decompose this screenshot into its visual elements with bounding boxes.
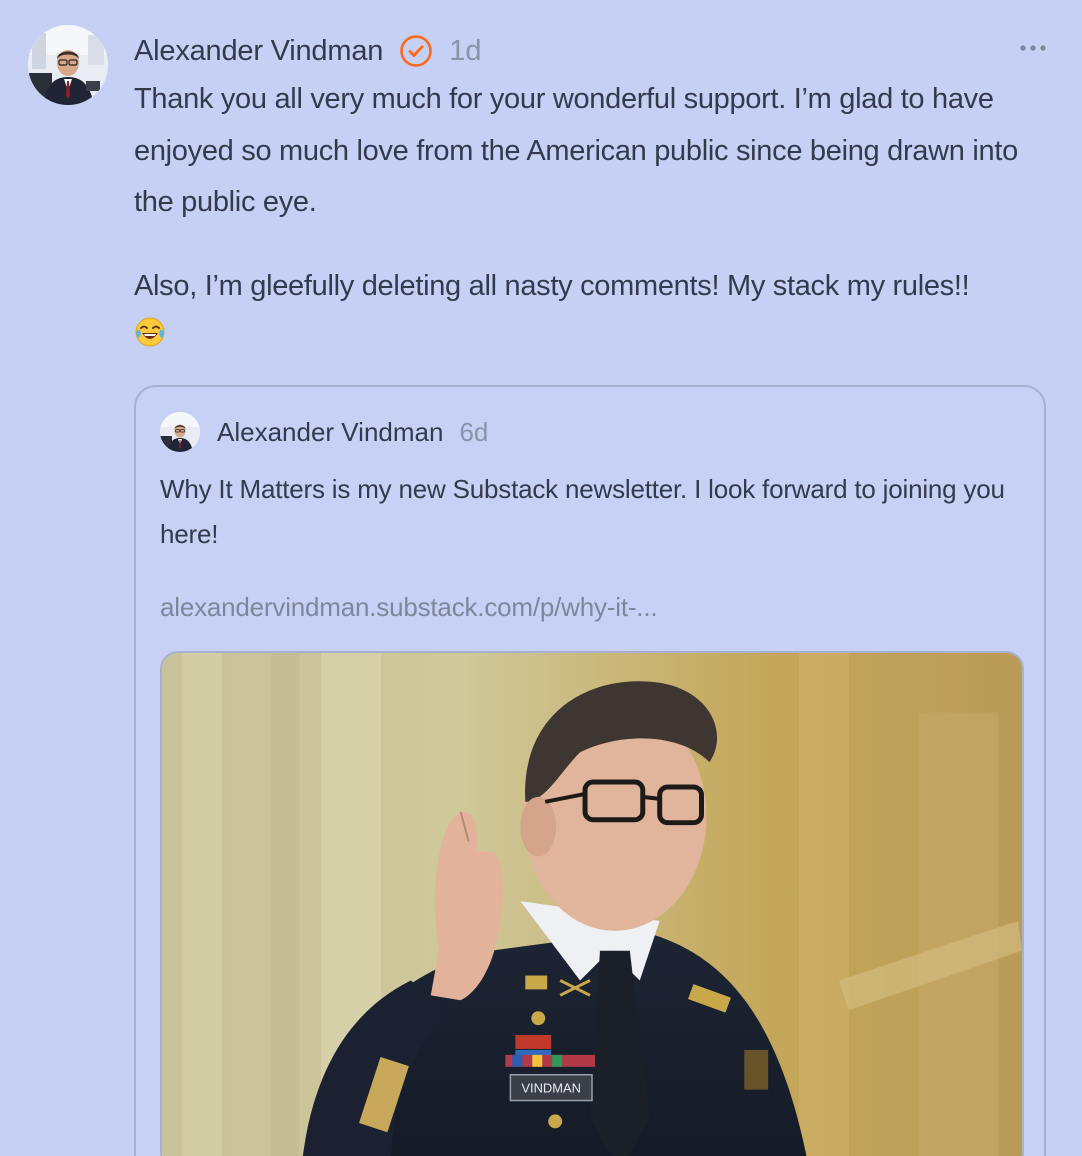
post-page: Alexander Vindman 1d Thank you all very …: [0, 0, 1082, 1156]
verified-check-icon: [399, 34, 433, 68]
quoted-post-link[interactable]: alexandervindman.substack.com/p/why-it-.…: [160, 592, 658, 623]
quoted-author-name[interactable]: Alexander Vindman: [217, 417, 443, 448]
post-header: Alexander Vindman 1d: [134, 30, 481, 72]
quoted-post-card[interactable]: Alexander Vindman 6d Why It Matters is m…: [134, 385, 1046, 1156]
more-options-icon[interactable]: [1019, 36, 1047, 60]
author-avatar[interactable]: [28, 25, 108, 105]
quoted-post-image[interactable]: VINDMAN: [160, 651, 1024, 1156]
quoted-post-time[interactable]: 6d: [459, 417, 488, 448]
quoted-author-avatar[interactable]: [160, 412, 200, 452]
post-time[interactable]: 1d: [449, 35, 481, 68]
quoted-post-photo: VINDMAN: [162, 653, 1022, 1156]
author-avatar-image: [28, 25, 108, 105]
quoted-author-avatar-image: [160, 412, 200, 452]
image-nameplate-text: VINDMAN: [521, 1081, 581, 1096]
post-body: Thank you all very much for your wonderf…: [134, 74, 1054, 354]
author-name[interactable]: Alexander Vindman: [134, 35, 383, 68]
post-paragraph: Thank you all very much for your wonderf…: [134, 83, 1018, 218]
quoted-post-text: Why It Matters is my new Substack newsle…: [160, 474, 1005, 549]
face-with-tears-of-joy-icon: [134, 314, 1054, 354]
quoted-post-header: Alexander Vindman 6d: [217, 412, 488, 452]
post-paragraph: Also, I’m gleefully deleting all nasty c…: [134, 269, 970, 302]
